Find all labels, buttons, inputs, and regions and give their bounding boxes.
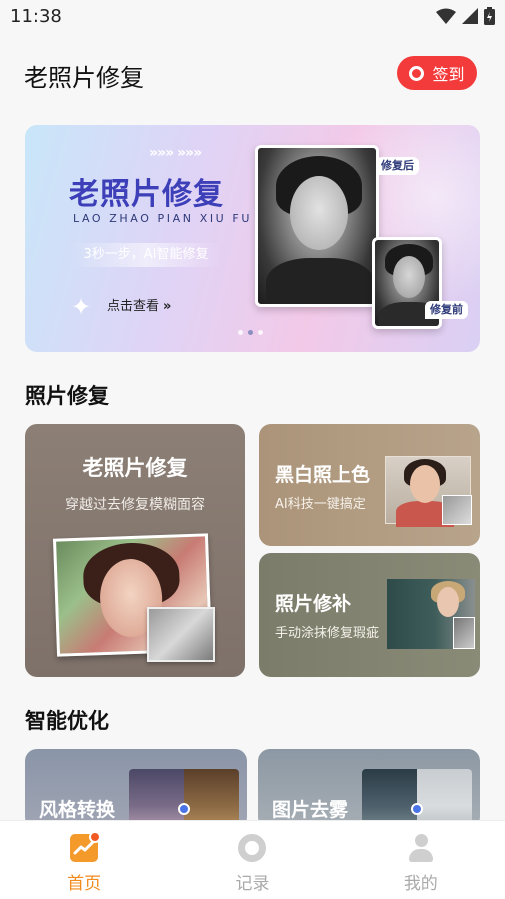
carousel-dot bbox=[238, 330, 243, 335]
card-subtitle: 手动涂抹修复瑕疵 bbox=[275, 626, 380, 641]
card-title: 照片修补 bbox=[275, 593, 352, 615]
double-chevron-right-icon: » bbox=[163, 299, 172, 314]
card-style-transfer[interactable]: 风格转换 bbox=[25, 749, 247, 829]
carousel-dot-active bbox=[248, 330, 253, 335]
record-icon bbox=[238, 834, 267, 862]
nav-item-me[interactable]: 我的 bbox=[337, 821, 505, 899]
nav-label: 我的 bbox=[403, 874, 438, 894]
card-title: 黑白照上色 bbox=[275, 464, 371, 486]
card-touchup[interactable]: 照片修补 手动涂抹修复瑕疵 bbox=[259, 553, 480, 677]
carousel-dot bbox=[258, 330, 263, 335]
banner-cta-label: 点击查看 bbox=[107, 299, 160, 314]
battery-icon bbox=[484, 7, 495, 29]
app-root: 11:38 老照片修复 签到 »»» »»» 老照片修复 LAO ZHAO PI… bbox=[0, 0, 505, 899]
card-title: 风格转换 bbox=[39, 799, 116, 821]
card-title: 老照片修复 bbox=[82, 456, 188, 480]
banner-tagline: 3秒一步，AI智能修复 bbox=[71, 243, 221, 267]
card-old-photo-repair[interactable]: 老照片修复 穿越过去修复模糊面容 bbox=[25, 424, 245, 677]
card-colorize[interactable]: 黑白照上色 AI科技一键搞定 bbox=[259, 424, 480, 546]
nav-label: 记录 bbox=[235, 874, 270, 894]
checkin-label: 签到 bbox=[432, 65, 465, 84]
nav-item-home[interactable]: 首页 bbox=[0, 821, 168, 899]
status-icons bbox=[436, 7, 495, 29]
user-icon bbox=[407, 834, 435, 862]
banner-title: 老照片修复 bbox=[69, 177, 224, 212]
banner-cta[interactable]: 点击查看» bbox=[107, 295, 171, 314]
tag-before: 修复前 bbox=[425, 301, 468, 319]
banner-chevrons: »»» »»» bbox=[149, 145, 202, 161]
sample-photo-colorize bbox=[385, 456, 472, 527]
carousel-dots bbox=[238, 330, 263, 335]
card-title: 图片去雾 bbox=[272, 799, 349, 821]
signal-icon bbox=[462, 8, 478, 28]
bottom-nav: 首页 记录 我的 bbox=[0, 820, 505, 899]
home-chart-icon bbox=[70, 831, 102, 862]
page-title: 老照片修复 bbox=[24, 64, 144, 92]
card-dehaze[interactable]: 图片去雾 bbox=[258, 749, 480, 829]
sample-photo-old bbox=[147, 607, 215, 662]
compare-slider-icon bbox=[178, 803, 190, 815]
section-title-repair: 照片修复 bbox=[25, 384, 109, 408]
wifi-icon bbox=[436, 8, 456, 28]
promo-banner[interactable]: »»» »»» 老照片修复 LAO ZHAO PIAN XIU FU 3秒一步，… bbox=[25, 125, 480, 352]
card-subtitle: 穿越过去修复模糊面容 bbox=[65, 497, 205, 513]
photo-after-image bbox=[255, 145, 379, 307]
header: 老照片修复 签到 bbox=[0, 50, 505, 100]
sample-photo-touchup bbox=[387, 579, 475, 649]
nav-label: 首页 bbox=[67, 874, 102, 894]
checkin-icon bbox=[409, 65, 425, 81]
banner-pinyin: LAO ZHAO PIAN XIU FU bbox=[73, 212, 252, 225]
nav-item-records[interactable]: 记录 bbox=[168, 821, 336, 899]
sparkle-icon: ✦ bbox=[71, 293, 92, 321]
card-subtitle: AI科技一键搞定 bbox=[275, 497, 366, 512]
status-bar: 11:38 bbox=[0, 0, 505, 34]
section-title-optimize: 智能优化 bbox=[25, 709, 109, 733]
compare-slider-icon bbox=[411, 803, 423, 815]
status-time: 11:38 bbox=[10, 6, 62, 27]
checkin-button[interactable]: 签到 bbox=[397, 56, 477, 90]
tag-after: 修复后 bbox=[376, 157, 419, 175]
